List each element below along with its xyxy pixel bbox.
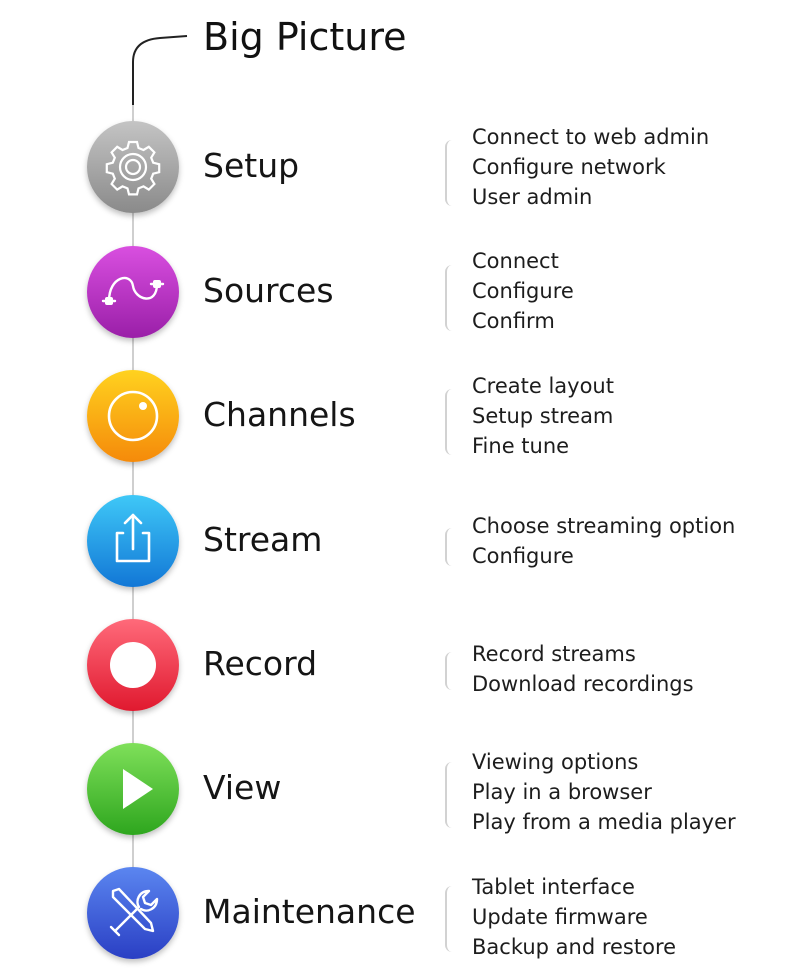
list-item: Play from a media player <box>472 810 736 834</box>
list-item: Connect to web admin <box>472 125 710 149</box>
list-item: Configure network <box>472 155 666 179</box>
cable-icon <box>87 246 179 338</box>
page-title: Big Picture <box>203 15 407 59</box>
task-list: Connect Configure Confirm <box>472 246 574 336</box>
list-item: Fine tune <box>472 434 570 458</box>
task-bracket <box>445 528 452 566</box>
task-bracket <box>445 140 452 206</box>
lens-icon <box>87 370 179 462</box>
task-list: Create layout Setup stream Fine tune <box>472 371 614 461</box>
step-maintenance: Maintenance Tablet interface Update firm… <box>0 858 805 968</box>
step-label: View <box>203 768 282 807</box>
list-item: Configure <box>472 279 574 303</box>
step-badge[interactable] <box>87 121 179 213</box>
step-setup: Setup Connect to web admin Configure net… <box>0 112 805 222</box>
step-channels: Channels Create layout Setup stream Fine… <box>0 361 805 471</box>
step-badge[interactable] <box>87 619 179 711</box>
list-item: Update firmware <box>472 905 648 929</box>
step-view: View Viewing options Play in a browser P… <box>0 734 805 844</box>
list-item: Tablet interface <box>472 875 635 899</box>
list-item: Viewing options <box>472 750 639 774</box>
task-list: Record streams Download recordings <box>472 639 694 699</box>
step-badge[interactable] <box>87 246 179 338</box>
step-badge[interactable] <box>87 867 179 959</box>
step-label: Maintenance <box>203 892 416 931</box>
task-bracket <box>445 652 452 690</box>
step-stream: Stream Choose streaming option Configure <box>0 486 805 596</box>
step-label: Stream <box>203 520 323 559</box>
list-item: Connect <box>472 249 559 273</box>
step-label: Record <box>203 644 318 683</box>
task-list: Connect to web admin Configure network U… <box>472 122 709 212</box>
step-label: Sources <box>203 271 334 310</box>
list-item: Record streams <box>472 642 636 666</box>
task-bracket <box>445 886 452 952</box>
task-bracket <box>445 389 452 455</box>
step-badge[interactable] <box>87 495 179 587</box>
task-list: Tablet interface Update firmware Backup … <box>472 872 676 962</box>
list-item: Confirm <box>472 309 555 333</box>
share-icon <box>87 495 179 587</box>
list-item: User admin <box>472 185 593 209</box>
tools-icon <box>87 867 179 959</box>
step-label: Setup <box>203 146 300 185</box>
list-item: Backup and restore <box>472 935 677 959</box>
gear-icon <box>87 121 179 213</box>
step-sources: Sources Connect Configure Confirm <box>0 237 805 347</box>
task-list: Choose streaming option Configure <box>472 511 735 571</box>
list-item: Play in a browser <box>472 780 652 804</box>
list-item: Create layout <box>472 374 614 398</box>
record-icon <box>87 619 179 711</box>
task-bracket <box>445 265 452 331</box>
step-badge[interactable] <box>87 370 179 462</box>
list-item: Configure <box>472 544 574 568</box>
step-record: Record Record streams Download recording… <box>0 610 805 720</box>
list-item: Download recordings <box>472 672 694 696</box>
list-item: Setup stream <box>472 404 614 428</box>
step-badge[interactable] <box>87 743 179 835</box>
play-icon <box>87 743 179 835</box>
title-connector <box>132 35 188 105</box>
task-bracket <box>445 762 452 828</box>
list-item: Choose streaming option <box>472 514 736 538</box>
task-list: Viewing options Play in a browser Play f… <box>472 747 736 837</box>
step-label: Channels <box>203 395 356 434</box>
